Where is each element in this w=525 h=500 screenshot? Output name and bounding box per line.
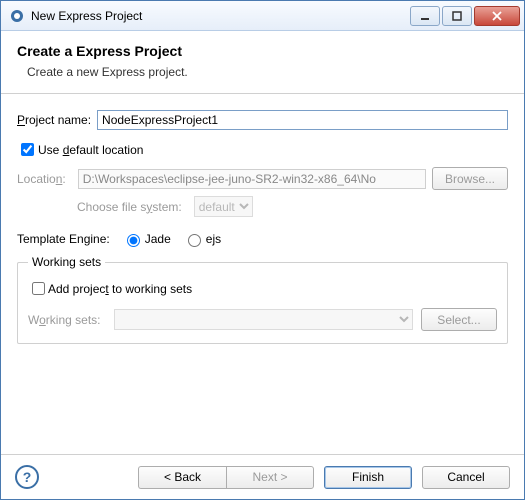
file-system-select: default [194, 196, 253, 217]
use-default-location-checkbox[interactable] [21, 143, 34, 156]
use-default-location-label: Use default location [38, 143, 143, 157]
maximize-button[interactable] [442, 6, 472, 26]
finish-button[interactable]: Finish [324, 466, 412, 489]
working-sets-list-label: Working sets: [28, 313, 100, 327]
dialog-footer: ? < Back Next > Finish Cancel [1, 454, 524, 499]
template-ejs-option[interactable]: ejs [183, 231, 221, 247]
cancel-button[interactable]: Cancel [422, 466, 510, 489]
dialog-content: Project name: Use default location Locat… [1, 94, 524, 454]
working-sets-select [114, 309, 413, 330]
working-sets-legend: Working sets [28, 255, 105, 269]
close-button[interactable] [474, 6, 520, 26]
minimize-button[interactable] [410, 6, 440, 26]
header-title: Create a Express Project [17, 43, 508, 59]
template-engine-label: Template Engine: [17, 232, 110, 246]
dialog-window: New Express Project Create a Express Pro… [0, 0, 525, 500]
project-name-label: Project name: [17, 113, 91, 127]
browse-button: Browse... [432, 167, 508, 190]
location-label: Location: [17, 172, 66, 186]
next-button: Next > [226, 466, 314, 489]
back-button[interactable]: < Back [138, 466, 226, 489]
template-jade-radio[interactable] [127, 234, 140, 247]
template-ejs-radio[interactable] [188, 234, 201, 247]
location-input [78, 169, 426, 189]
dialog-header: Create a Express Project Create a new Ex… [1, 31, 524, 94]
window-title: New Express Project [31, 9, 408, 23]
header-subtitle: Create a new Express project. [27, 65, 508, 79]
help-icon[interactable]: ? [15, 465, 39, 489]
working-sets-select-button: Select... [421, 308, 497, 331]
add-to-working-sets-checkbox[interactable] [32, 282, 45, 295]
file-system-label: Choose file system: [77, 200, 182, 214]
template-jade-option[interactable]: Jade [122, 231, 171, 247]
project-name-input[interactable] [97, 110, 508, 130]
working-sets-group: Working sets Add project to working sets… [17, 255, 508, 344]
add-to-working-sets-label: Add project to working sets [48, 282, 192, 296]
app-icon [9, 8, 25, 24]
titlebar[interactable]: New Express Project [1, 1, 524, 31]
